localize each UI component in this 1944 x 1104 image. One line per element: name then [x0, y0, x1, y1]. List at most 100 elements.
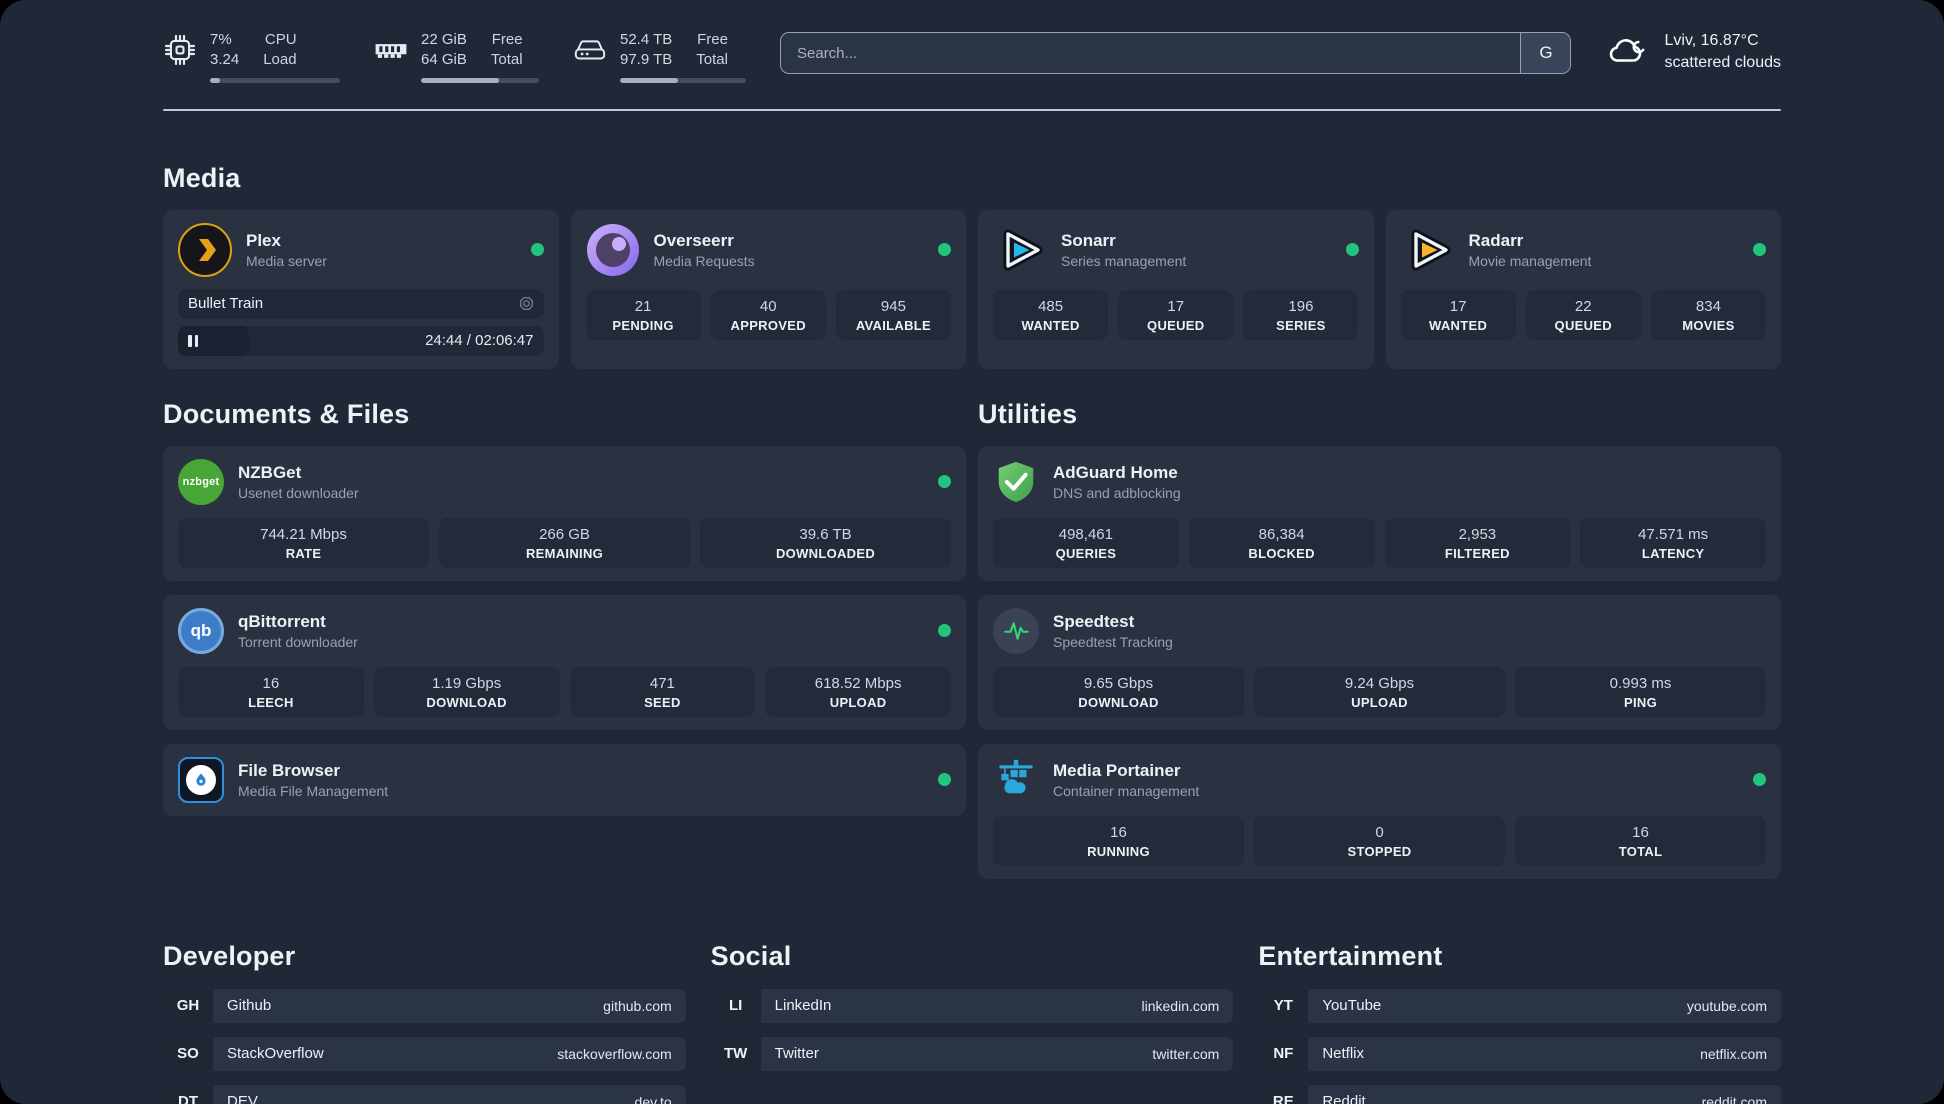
- dashboard: 7% 3.24 CPU Load 22 GiB 64 GiB Free Tota…: [0, 0, 1944, 1104]
- status-dot: [938, 624, 951, 637]
- status-dot: [1753, 773, 1766, 786]
- app-card-adguard[interactable]: AdGuard Home DNS and adblocking 498,461 Q…: [978, 445, 1781, 581]
- section-title-documents: Documents & Files: [163, 398, 410, 429]
- link-name: DEV: [227, 1093, 258, 1104]
- link-name: LinkedIn: [774, 997, 832, 1014]
- links-group-developer: Developer GH Github github.com SO StackO…: [163, 941, 686, 1104]
- stat-queries: 498,461 QUERIES: [993, 517, 1179, 568]
- top-bar: 7% 3.24 CPU Load 22 GiB 64 GiB Free Tota…: [163, 30, 1781, 83]
- section-title-entertainment: Entertainment: [1258, 940, 1443, 971]
- memory-usage-bar-fill: [421, 77, 499, 83]
- link-url: stackoverflow.com: [557, 1045, 672, 1062]
- cloud-icon: [1605, 31, 1651, 72]
- app-subtitle: Media server: [246, 252, 327, 269]
- app-name: Speedtest: [1053, 611, 1135, 631]
- app-name: Plex: [246, 230, 281, 250]
- link-abbr: RE: [1258, 1084, 1309, 1104]
- storage-total-value: 97.9 TB: [620, 51, 673, 69]
- stat-wanted: 485 WANTED: [993, 289, 1109, 340]
- status-dot: [938, 243, 951, 256]
- status-dot: [1345, 243, 1359, 256]
- memory-total-value: 64 GiB: [421, 51, 467, 69]
- link-name: Github: [227, 997, 272, 1014]
- stat-upload: 618.52 Mbps UPLOAD: [765, 666, 951, 717]
- link-url: netflix.com: [1700, 1045, 1767, 1062]
- stat-approved: 40 APPROVED: [710, 289, 826, 340]
- stat-stopped: 0 STOPPED: [1254, 815, 1505, 866]
- link-row-twitter[interactable]: TW Twitter twitter.com: [710, 1036, 1234, 1071]
- stat-downloaded: 39.6 TB DOWNLOADED: [700, 517, 951, 568]
- link-name: Reddit: [1322, 1093, 1366, 1104]
- stat-ping: 0.993 ms PING: [1515, 666, 1766, 717]
- link-row-github[interactable]: GH Github github.com: [163, 988, 686, 1023]
- cpu-metric: 7% 3.24 CPU Load: [163, 30, 340, 83]
- link-url: github.com: [603, 997, 672, 1014]
- app-card-overseerr[interactable]: Overseerr Media Requests 21 PENDING 40 APP…: [570, 209, 966, 369]
- stat-total: 16 TOTAL: [1515, 815, 1766, 866]
- app-subtitle: DNS and adblocking: [1053, 484, 1181, 501]
- link-abbr: YT: [1258, 988, 1309, 1023]
- app-subtitle: Usenet downloader: [238, 484, 359, 501]
- stat-latency: 47.571 ms LATENCY: [1580, 517, 1766, 568]
- filebrowser-icon: [178, 756, 224, 803]
- link-row-linkedin[interactable]: LI LinkedIn linkedin.com: [710, 988, 1234, 1023]
- link-abbr: NF: [1258, 1036, 1309, 1071]
- stat-queued: 17 QUEUED: [1118, 289, 1234, 340]
- weather-condition: scattered clouds: [1664, 53, 1781, 71]
- app-card-radarr[interactable]: Radarr Movie management 17 WANTED 22 QUEUE…: [1385, 209, 1781, 369]
- app-card-portainer[interactable]: Media Portainer Container management 16 R…: [978, 743, 1781, 879]
- app-subtitle: Media File Management: [238, 782, 389, 799]
- app-card-nzbget[interactable]: nzbget NZBGet Usenet downloader 744.21 M…: [163, 445, 966, 581]
- stat-download: 1.19 Gbps DOWNLOAD: [373, 666, 560, 717]
- status-dot: [938, 773, 951, 786]
- app-name: qBittorrent: [238, 611, 326, 631]
- speedtest-icon: [993, 607, 1039, 654]
- pause-icon: [188, 334, 198, 347]
- search-bar: G: [780, 32, 1572, 74]
- memory-total-label: Total: [490, 51, 523, 69]
- status-dot: [1753, 243, 1766, 256]
- app-name: Overseerr: [653, 230, 734, 250]
- app-card-filebrowser[interactable]: File Browser Media File Management: [163, 743, 966, 816]
- status-dot: [530, 243, 544, 256]
- status-dot: [938, 475, 951, 488]
- link-url: linkedin.com: [1141, 997, 1220, 1014]
- stat-blocked: 86,384 BLOCKED: [1188, 517, 1375, 568]
- stat-series: 196 SERIES: [1243, 289, 1359, 340]
- link-row-reddit[interactable]: RE Reddit reddit.com: [1258, 1084, 1781, 1104]
- app-name: Sonarr: [1061, 230, 1116, 250]
- playback-time: 24:44 / 02:06:47: [425, 332, 534, 349]
- link-abbr: TW: [710, 1036, 761, 1071]
- link-name: YouTube: [1322, 997, 1382, 1014]
- link-row-youtube[interactable]: YT YouTube youtube.com: [1258, 988, 1781, 1023]
- link-row-dev[interactable]: DT DEV dev.to: [163, 1084, 686, 1104]
- stat-running: 16 RUNNING: [993, 815, 1244, 866]
- app-subtitle: Torrent downloader: [238, 633, 358, 650]
- cpu-load-label: Load: [263, 51, 297, 69]
- app-name: AdGuard Home: [1053, 462, 1178, 482]
- memory-free-label: Free: [491, 31, 523, 48]
- session-gear-icon: [519, 296, 534, 311]
- app-card-sonarr[interactable]: Sonarr Series management 485 WANTED 17 QUE…: [978, 209, 1374, 369]
- link-row-netflix[interactable]: NF Netflix netflix.com: [1258, 1036, 1781, 1071]
- section-title-developer: Developer: [163, 940, 296, 971]
- radarr-icon: [1401, 223, 1455, 277]
- playback-progress-bar: 24:44 / 02:06:47: [178, 325, 544, 356]
- stat-available: 945 AVAILABLE: [835, 289, 951, 340]
- stat-seed: 471 SEED: [569, 666, 756, 717]
- search-input[interactable]: [781, 33, 1521, 73]
- link-row-stackoverflow[interactable]: SO StackOverflow stackoverflow.com: [163, 1036, 686, 1071]
- link-url: twitter.com: [1152, 1045, 1220, 1062]
- cpu-load-value: 3.24: [210, 51, 240, 69]
- link-abbr: LI: [710, 988, 761, 1023]
- stat-movies: 834 MOVIES: [1650, 289, 1766, 340]
- stat-rate: 744.21 Mbps RATE: [178, 517, 429, 568]
- storage-free-label: Free: [697, 31, 728, 48]
- section-title-social: Social: [710, 940, 792, 971]
- app-card-plex[interactable]: Plex Media server Bullet Train 24:44 / 0…: [163, 209, 559, 369]
- memory-usage-bar: [421, 77, 539, 83]
- app-card-speedtest[interactable]: Speedtest Speedtest Tracking 9.65 Gbps DO…: [978, 594, 1781, 730]
- app-card-qbittorrent[interactable]: qb qBittorrent Torrent downloader 16 LEEC…: [163, 594, 966, 730]
- search-provider-button[interactable]: G: [1520, 33, 1571, 73]
- nzbget-icon: nzbget: [178, 458, 224, 505]
